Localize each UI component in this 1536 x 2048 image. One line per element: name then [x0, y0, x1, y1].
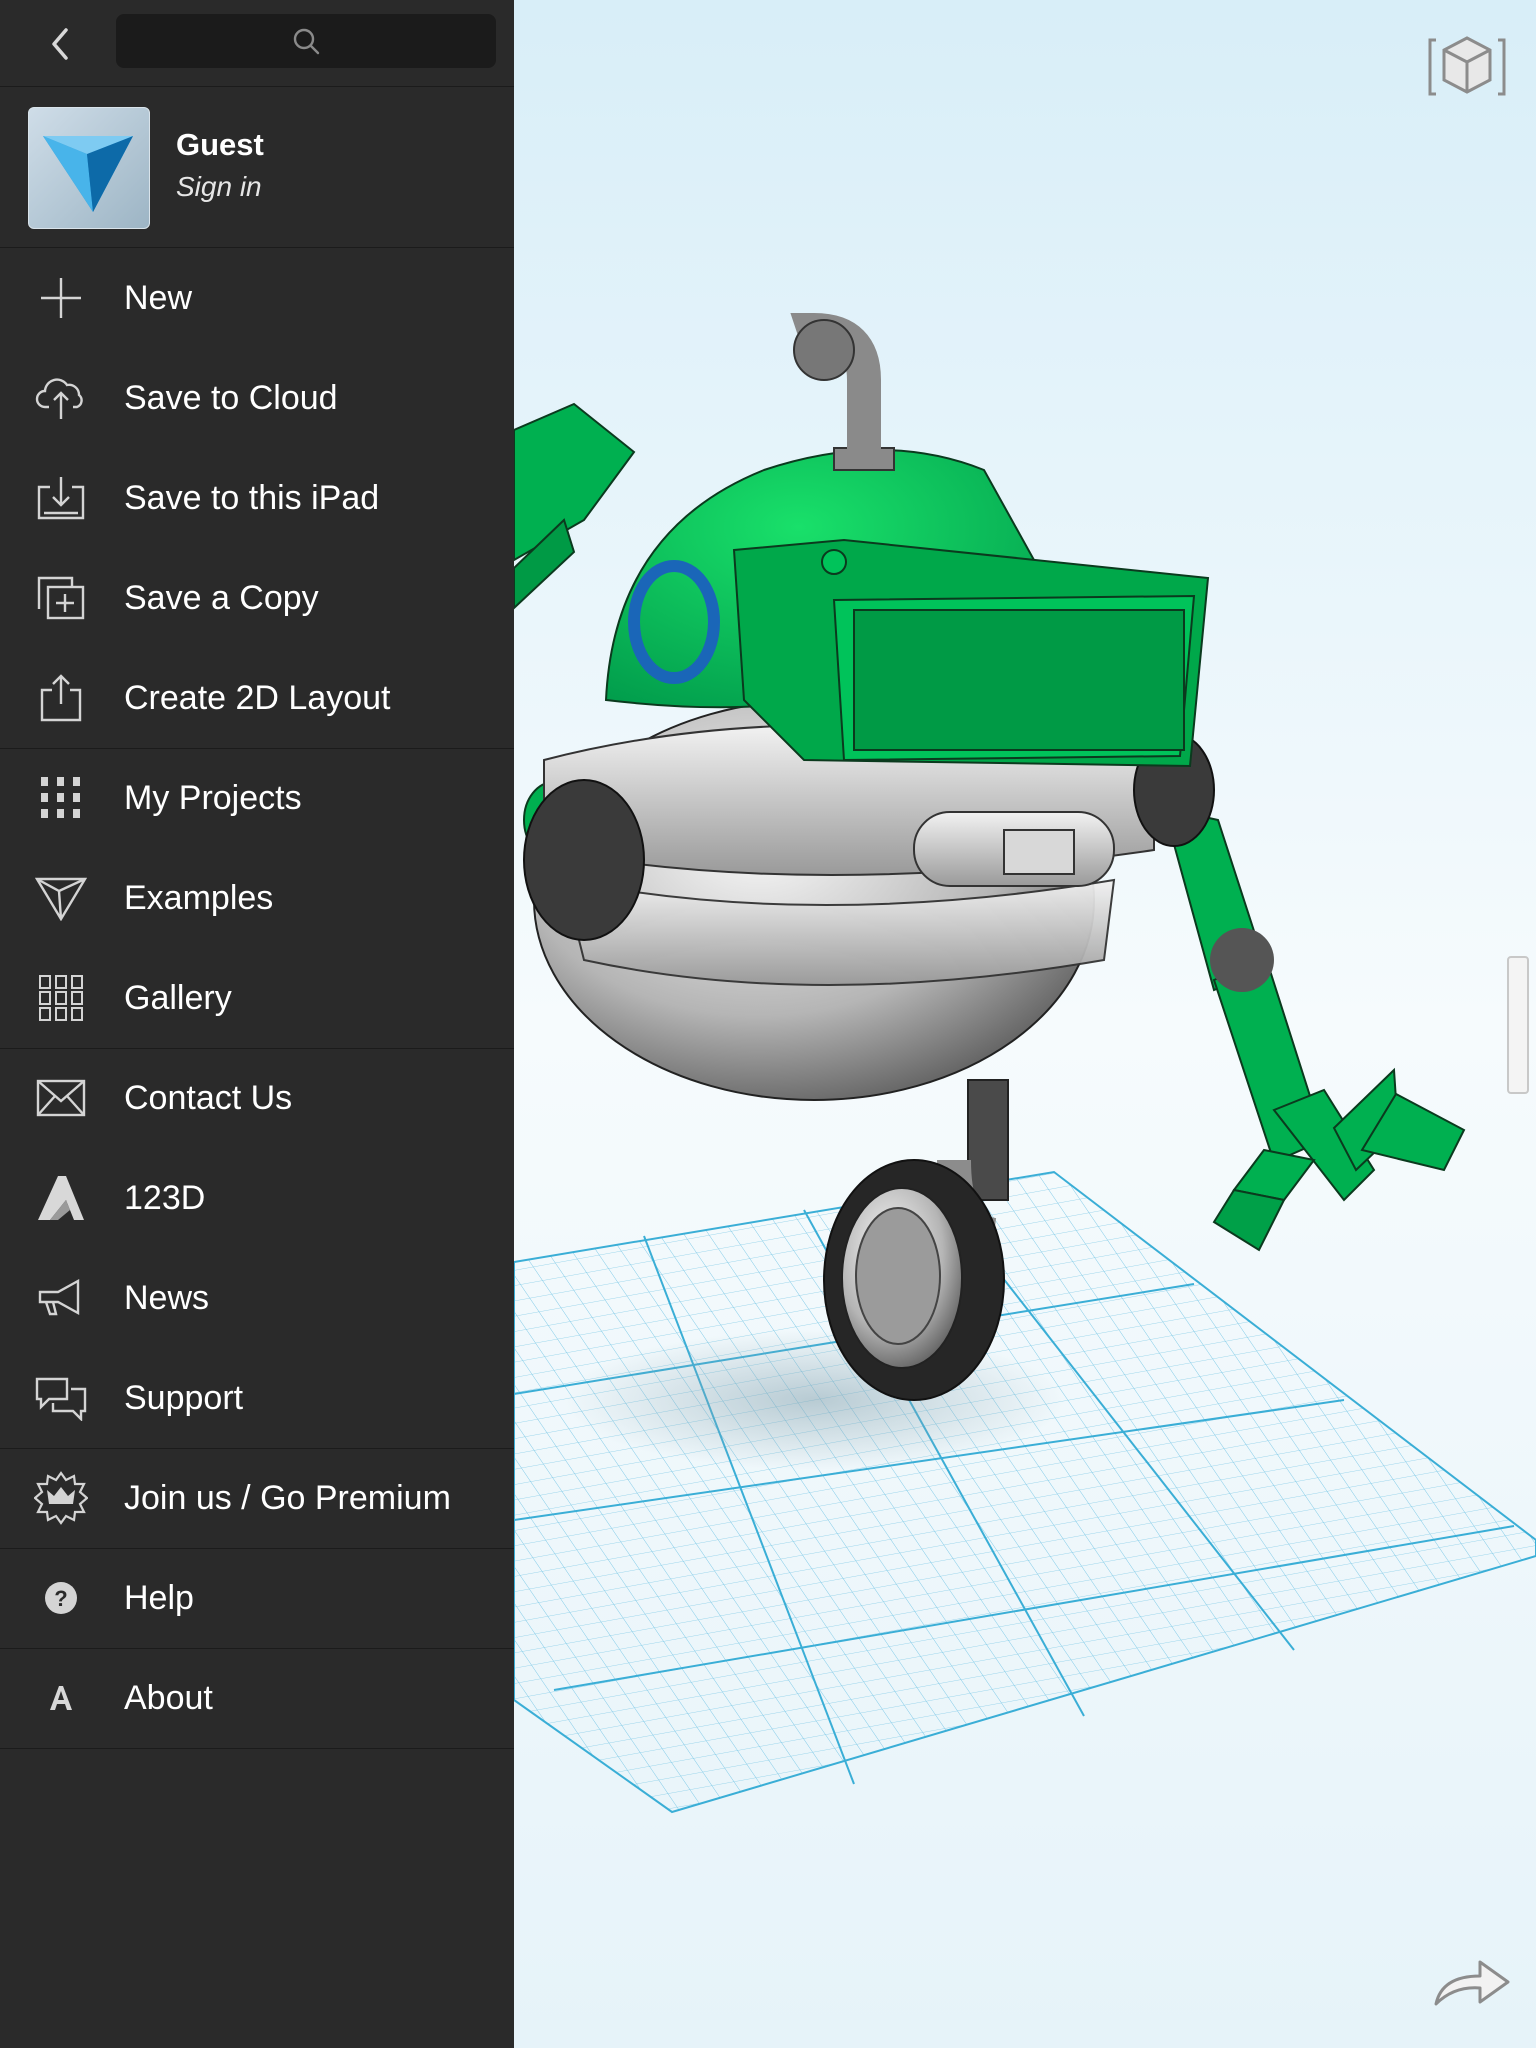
user-account[interactable]: Guest Sign in: [0, 87, 514, 248]
download-tray-icon: [34, 474, 88, 522]
menu-item-go-premium[interactable]: Join us / Go Premium: [0, 1448, 514, 1548]
question-circle-icon: ?: [34, 1574, 88, 1622]
app-logo-icon: [43, 136, 133, 212]
view-cube-icon[interactable]: [1428, 32, 1506, 100]
menu-group-premium: Join us / Go Premium: [0, 1448, 514, 1549]
menu-item-about[interactable]: About: [0, 1648, 514, 1748]
cloud-upload-icon: [34, 374, 88, 422]
letter-a-icon: [34, 1674, 88, 1722]
scroll-handle[interactable]: [1507, 956, 1529, 1094]
menu-item-help[interactable]: ? Help: [0, 1548, 514, 1648]
chat-bubbles-icon: [34, 1374, 88, 1422]
menu-item-gallery[interactable]: Gallery: [0, 948, 514, 1048]
envelope-icon: [34, 1074, 88, 1122]
copy-plus-icon: [34, 574, 88, 622]
share-arrow-icon[interactable]: [1432, 1954, 1512, 2010]
autodesk-a-icon: [34, 1174, 88, 1222]
menu-group-community: Contact Us 123D News Support: [0, 1048, 514, 1449]
plus-icon: [34, 274, 88, 322]
chevron-left-icon: [52, 28, 68, 60]
back-button[interactable]: [38, 22, 82, 66]
menu-item-news[interactable]: News: [0, 1248, 514, 1348]
grid-dots-icon: [34, 774, 88, 822]
side-menu: Guest Sign in New Save to Cloud Save to …: [0, 0, 514, 2048]
menu-item-123d[interactable]: 123D: [0, 1148, 514, 1248]
search-icon: [293, 28, 320, 55]
model-viewport[interactable]: [514, 0, 1536, 2048]
search-field[interactable]: [116, 14, 496, 68]
menu-item-examples[interactable]: Examples: [0, 848, 514, 948]
menu-item-save-a-copy[interactable]: Save a Copy: [0, 548, 514, 648]
share-upload-icon: [34, 674, 88, 722]
user-name: Guest: [176, 127, 264, 162]
menu-item-contact-us[interactable]: Contact Us: [0, 1048, 514, 1148]
menu-group-file: New Save to Cloud Save to this iPad Save…: [0, 248, 514, 749]
menu-item-support[interactable]: Support: [0, 1348, 514, 1448]
top-bar: [0, 0, 514, 87]
menu-group-browse: My Projects Examples Gallery: [0, 748, 514, 1049]
menu-item-save-to-ipad[interactable]: Save to this iPad: [0, 448, 514, 548]
gallery-grid-icon: [34, 974, 88, 1022]
menu-group-help: ? Help: [0, 1548, 514, 1649]
menu-group-about: About: [0, 1648, 514, 1749]
menu-item-my-projects[interactable]: My Projects: [0, 748, 514, 848]
avatar: [28, 107, 150, 229]
sign-in-link[interactable]: Sign in: [176, 171, 262, 203]
menu-item-new[interactable]: New: [0, 248, 514, 348]
triangle-icon: [34, 874, 88, 922]
menu-item-create-2d-layout[interactable]: Create 2D Layout: [0, 648, 514, 748]
menu-item-save-to-cloud[interactable]: Save to Cloud: [0, 348, 514, 448]
megaphone-icon: [34, 1274, 88, 1322]
robot-model-render: [514, 0, 1536, 2048]
crown-badge-icon: [34, 1471, 88, 1525]
svg-text:?: ?: [54, 1586, 67, 1611]
